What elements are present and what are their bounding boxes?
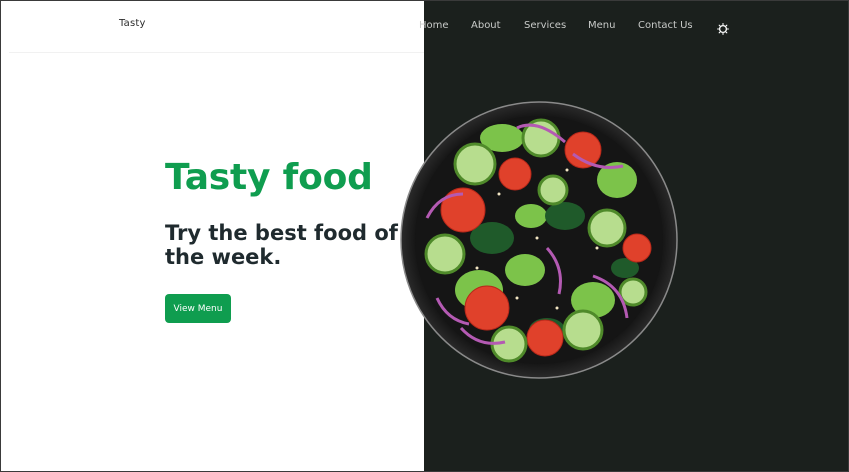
page: Tasty Home About Services Menu Contact U… xyxy=(0,0,849,472)
hero-title: Tasty food xyxy=(165,157,373,198)
nav-about[interactable]: About xyxy=(471,20,501,31)
salad-bowl-image xyxy=(397,98,681,382)
nav-menu[interactable]: Menu xyxy=(588,20,615,31)
site-header: Tasty Home About Services Menu Contact U… xyxy=(1,1,848,53)
hero-subtitle: Try the best food of the week. xyxy=(165,221,398,269)
view-menu-button[interactable]: View Menu xyxy=(165,294,231,323)
nav-contact-us[interactable]: Contact Us xyxy=(638,20,693,31)
nav-services[interactable]: Services xyxy=(524,20,566,31)
header-divider xyxy=(9,52,424,53)
nav-home[interactable]: Home xyxy=(419,20,449,31)
sun-icon[interactable] xyxy=(717,20,729,35)
